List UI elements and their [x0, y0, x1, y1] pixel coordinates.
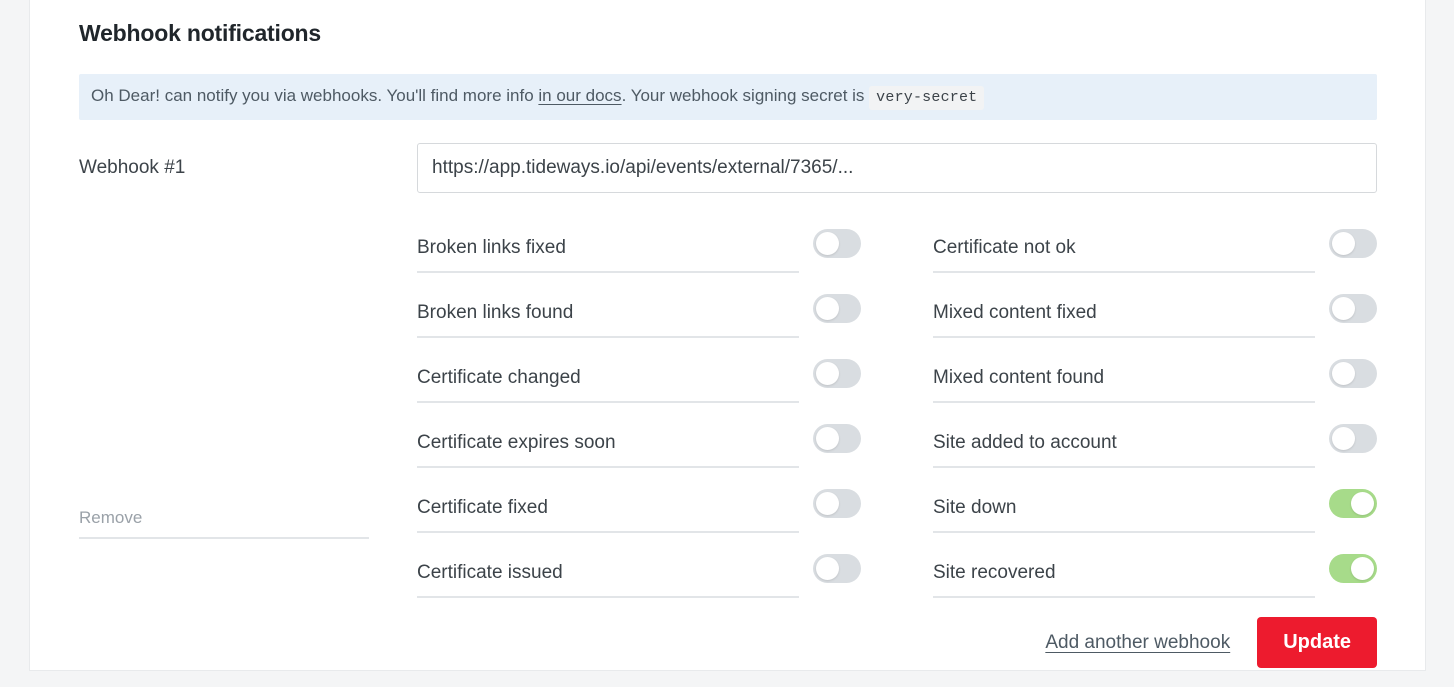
notification-toggle[interactable]	[1329, 488, 1377, 518]
notification-column-left: Broken links fixed Broken links found Cert…	[417, 217, 861, 607]
docs-link[interactable]: in our docs	[538, 86, 621, 105]
notification-row: Mixed content found	[933, 347, 1377, 403]
webhook-url-input[interactable]	[417, 143, 1377, 193]
notification-row: Certificate issued	[417, 542, 861, 598]
notification-row: Mixed content fixed	[933, 282, 1377, 338]
notification-row: Certificate not ok	[933, 217, 1377, 273]
page-root: Webhook notifications Oh Dear! can notif…	[0, 0, 1454, 687]
notification-toggle[interactable]	[813, 358, 861, 388]
banner-text-after: . Your webhook signing secret is	[621, 86, 870, 105]
notification-label: Certificate issued	[417, 542, 799, 598]
toggle-knob	[816, 361, 839, 385]
notification-toggle[interactable]	[1329, 553, 1377, 583]
notification-row: Site recovered	[933, 542, 1377, 598]
toggle-knob	[816, 426, 839, 450]
toggle-knob	[1332, 296, 1355, 320]
notification-label: Certificate not ok	[933, 217, 1315, 273]
notification-label: Site added to account	[933, 412, 1315, 468]
toggle-knob	[816, 231, 839, 255]
toggle-knob	[816, 491, 839, 515]
banner-text-before: Oh Dear! can notify you via webhooks. Yo…	[91, 86, 539, 105]
webhook-url-row: Webhook #1	[79, 143, 1377, 193]
notification-toggle[interactable]	[813, 293, 861, 323]
notification-toggle[interactable]	[1329, 293, 1377, 323]
notification-toggle[interactable]	[813, 228, 861, 258]
remove-webhook-link[interactable]: Remove	[79, 508, 369, 539]
add-another-webhook-link[interactable]: Add another webhook	[1045, 632, 1230, 654]
notification-toggle[interactable]	[813, 488, 861, 518]
info-banner: Oh Dear! can notify you via webhooks. Yo…	[79, 74, 1377, 120]
notification-row: Broken links found	[417, 282, 861, 338]
notification-label: Broken links fixed	[417, 217, 799, 273]
toggle-knob	[1332, 231, 1355, 255]
notification-label: Certificate fixed	[417, 477, 799, 533]
notification-row: Site down	[933, 477, 1377, 533]
notification-label: Certificate changed	[417, 347, 799, 403]
notification-column-right: Certificate not ok Mixed content fixed Mix…	[933, 217, 1377, 607]
notification-label: Mixed content found	[933, 347, 1315, 403]
notification-row: Certificate fixed	[417, 477, 861, 533]
toggle-knob	[816, 296, 839, 320]
notifications-area: Remove Broken links fixed Broken links fo…	[79, 217, 1377, 607]
notification-toggle[interactable]	[813, 553, 861, 583]
notification-row: Broken links fixed	[417, 217, 861, 273]
notification-label: Certificate expires soon	[417, 412, 799, 468]
toggle-knob	[1351, 556, 1374, 580]
notification-toggle[interactable]	[1329, 228, 1377, 258]
toggle-knob	[816, 556, 839, 580]
notification-row: Site added to account	[933, 412, 1377, 468]
toggle-knob	[1332, 426, 1355, 450]
webhook-label: Webhook #1	[79, 157, 186, 178]
notification-row: Certificate changed	[417, 347, 861, 403]
update-button[interactable]: Update	[1257, 617, 1377, 668]
webhook-side-actions: Remove	[79, 217, 417, 563]
notification-row: Certificate expires soon	[417, 412, 861, 468]
notification-label: Broken links found	[417, 282, 799, 338]
webhook-settings-card: Webhook notifications Oh Dear! can notif…	[29, 0, 1426, 671]
footer-actions: Add another webhook Update	[79, 607, 1377, 668]
page-title: Webhook notifications	[79, 20, 321, 46]
notification-label: Site down	[933, 477, 1315, 533]
notification-label: Mixed content fixed	[933, 282, 1315, 338]
toggle-knob	[1351, 491, 1374, 515]
toggle-knob	[1332, 361, 1355, 385]
notification-label: Site recovered	[933, 542, 1315, 598]
notification-toggle[interactable]	[1329, 358, 1377, 388]
signing-secret-code: very-secret	[869, 86, 985, 110]
notification-toggle[interactable]	[1329, 423, 1377, 453]
notification-toggle[interactable]	[813, 423, 861, 453]
